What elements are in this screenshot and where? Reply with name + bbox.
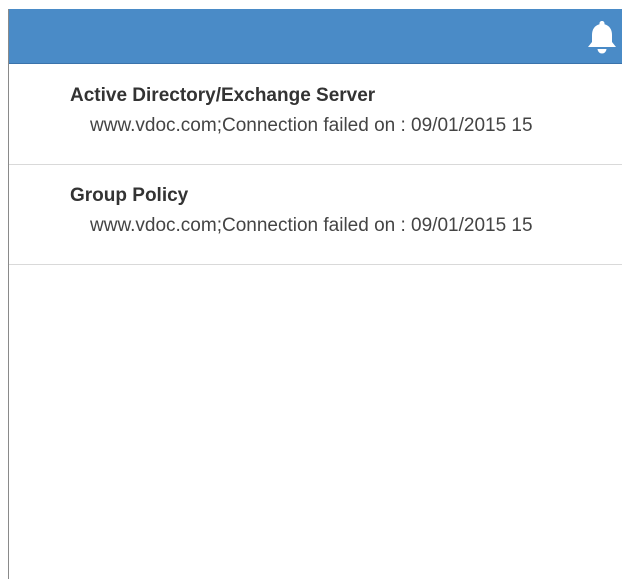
notification-detail: www.vdoc.com;Connection failed on : 09/0… bbox=[90, 215, 533, 236]
notification-title: Active Directory/Exchange Server bbox=[70, 85, 376, 106]
notification-item-group-policy[interactable]: Group Policy www.vdoc.com;Connection fai… bbox=[9, 165, 622, 265]
notification-item-ad-exchange[interactable]: Active Directory/Exchange Server www.vdo… bbox=[9, 65, 622, 165]
bell-icon[interactable] bbox=[585, 19, 619, 55]
notification-list: Active Directory/Exchange Server www.vdo… bbox=[9, 65, 622, 265]
notifications-panel: Active Directory/Exchange Server www.vdo… bbox=[8, 9, 622, 579]
notification-title: Group Policy bbox=[70, 185, 189, 206]
notifications-header bbox=[9, 9, 622, 64]
notification-detail: www.vdoc.com;Connection failed on : 09/0… bbox=[90, 115, 533, 136]
